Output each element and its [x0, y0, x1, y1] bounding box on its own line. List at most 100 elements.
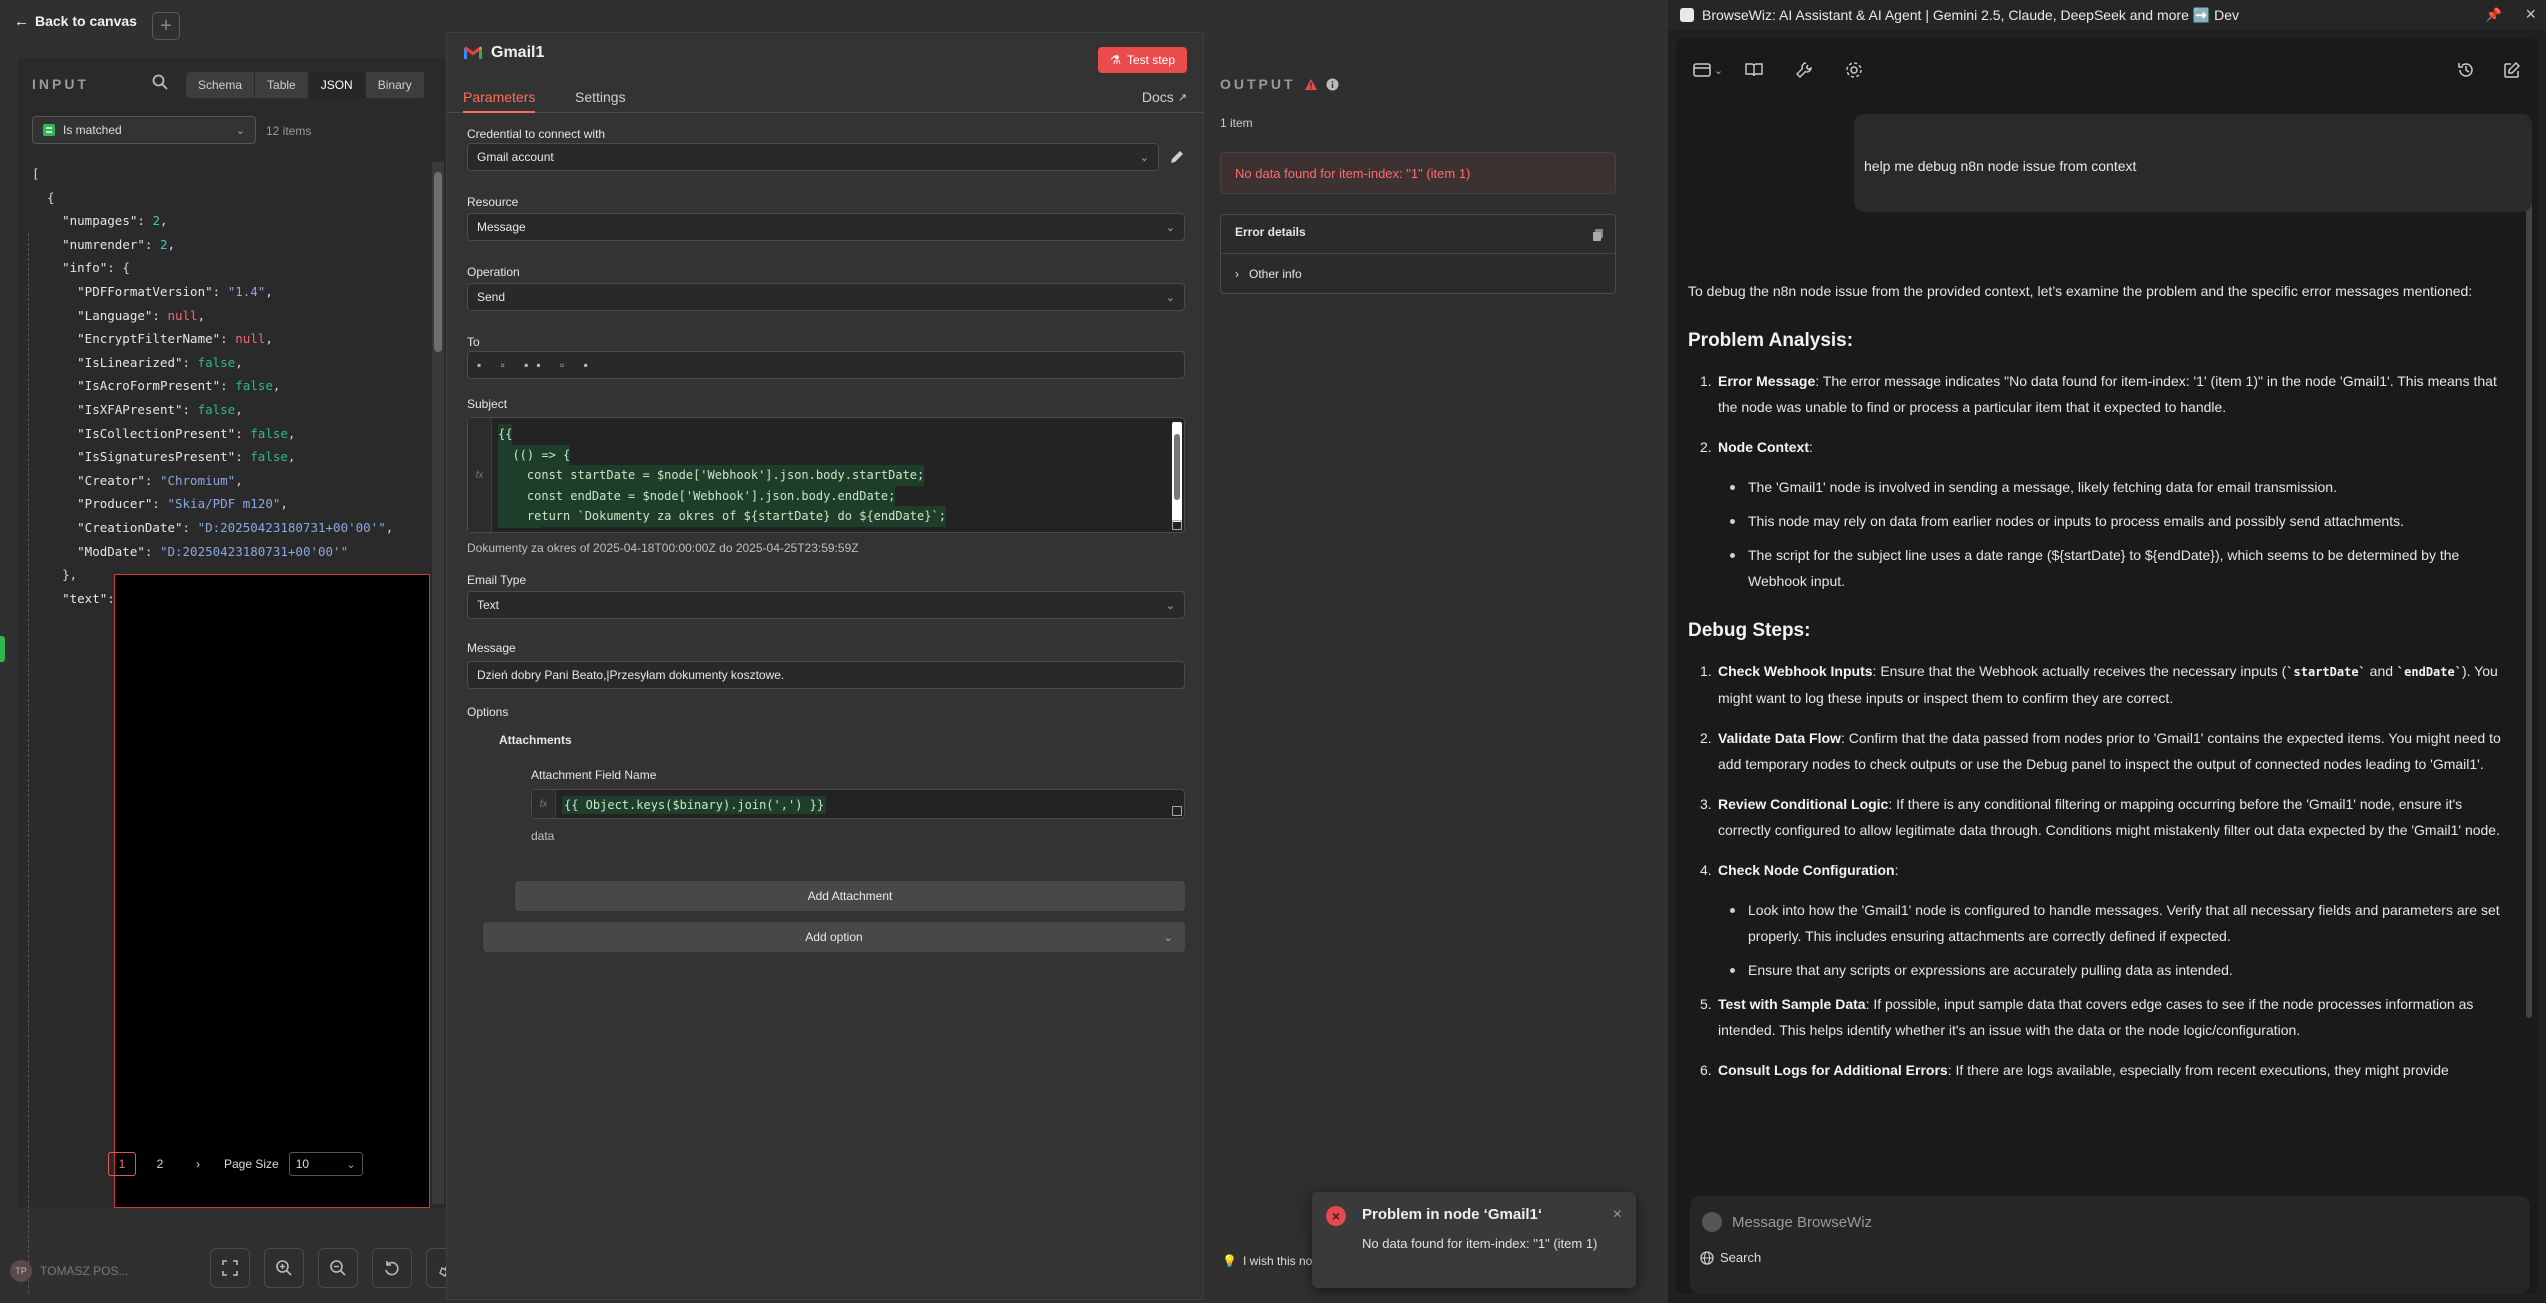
add-node-button[interactable]: +: [152, 12, 180, 40]
to-email-field[interactable]: ▪ ▫ ▪▪ ▫ ▪: [467, 351, 1185, 379]
attachment-preview: data: [531, 829, 555, 843]
json-token: "IsLinearized": [77, 354, 183, 370]
json-token: "numrender": [62, 236, 145, 252]
branch-filter-select[interactable]: Is matched ⌄: [32, 116, 256, 144]
close-icon[interactable]: ×: [2525, 4, 2536, 25]
credential-select[interactable]: Gmail account ⌄: [467, 143, 1159, 171]
resource-value: Message: [477, 220, 526, 234]
json-token: :: [152, 496, 168, 512]
credential-label: Credential to connect with: [467, 127, 606, 141]
reset-zoom-button[interactable]: [372, 1248, 412, 1288]
node-title[interactable]: Gmail1: [491, 44, 544, 62]
input-scrollbar[interactable]: [432, 162, 444, 1204]
json-token: ,: [235, 472, 243, 488]
json-token: false: [197, 401, 236, 417]
error-toast: × Problem in node ‘Gmail1‘ × No data fou…: [1312, 1192, 1636, 1288]
list-item: 4. Check Node Configuration:: [1700, 862, 1899, 878]
view-binary-button[interactable]: Binary: [366, 72, 425, 98]
zoom-out-button[interactable]: [318, 1248, 358, 1288]
item-title: Check Webhook Inputs: [1718, 663, 1873, 679]
json-token: :: [182, 519, 198, 535]
new-chat-button[interactable]: [2496, 54, 2528, 86]
operation-select[interactable]: Send ⌄: [467, 283, 1185, 311]
back-to-canvas-button[interactable]: ← Back to canvas: [14, 10, 137, 32]
wrench-icon: [1796, 62, 1812, 78]
panel-drag-handle[interactable]: [0, 636, 5, 662]
output-title-label: OUTPUT: [1220, 76, 1296, 92]
chat-message-input[interactable]: [1732, 1210, 2512, 1234]
copy-icon[interactable]: [1593, 229, 1603, 241]
email-type-select[interactable]: Text ⌄: [467, 591, 1185, 619]
chevron-right-icon[interactable]: ›: [184, 1152, 212, 1176]
zoom-in-button[interactable]: [264, 1248, 304, 1288]
view-json-button[interactable]: JSON: [308, 72, 366, 98]
history-button[interactable]: [2450, 54, 2482, 86]
expression-fx-icon: fx: [468, 418, 492, 532]
add-attachment-button[interactable]: Add Attachment: [515, 881, 1185, 911]
bullet-item: Look into how the 'Gmail1' node is confi…: [1688, 897, 2518, 949]
bullet-item: The 'Gmail1' node is involved in sending…: [1688, 474, 2518, 500]
library-button[interactable]: [1738, 54, 1770, 86]
json-line: "Creator": "Chromium",: [32, 469, 432, 493]
feedback-link[interactable]: 💡 I wish this no: [1222, 1254, 1312, 1268]
json-token: "IsCollectionPresent": [77, 425, 236, 441]
chat-scrollbar[interactable]: [2526, 138, 2532, 1018]
attachment-code[interactable]: {{ Object.keys($binary).join(',') }}: [562, 796, 827, 814]
item-title: Review Conditional Logic: [1718, 796, 1889, 812]
docs-link[interactable]: Docs ↗: [1142, 89, 1187, 105]
subject-expression-editor[interactable]: fx {{ (() => { const startDate = $node['…: [467, 417, 1185, 533]
bullet-item: The script for the subject line uses a d…: [1688, 542, 2518, 594]
scrollbar-thumb[interactable]: [434, 172, 442, 352]
bullet-text: This node may rely on data from earlier …: [1748, 513, 2404, 529]
test-step-label: Test step: [1126, 53, 1175, 67]
json-token: "D:20250423180731+00'00'": [197, 519, 386, 535]
other-info-toggle[interactable]: › Other info: [1235, 267, 1302, 281]
view-table-button[interactable]: Table: [255, 72, 309, 98]
json-token: :: [144, 543, 160, 559]
search-icon[interactable]: [152, 74, 168, 90]
page-size-select[interactable]: 10 ⌄: [288, 1152, 363, 1176]
tab-parameters[interactable]: Parameters: [463, 89, 536, 113]
json-line: "IsXFAPresent": false,: [32, 398, 432, 422]
tab-settings[interactable]: Settings: [575, 89, 626, 111]
item-text: :: [1894, 862, 1899, 878]
user-menu[interactable]: TP TOMASZ POS...: [10, 1260, 128, 1282]
message-field[interactable]: Dzień dobry Pani Beato,|Przesyłam dokume…: [467, 661, 1185, 689]
settings-button[interactable]: [1838, 54, 1870, 86]
user-message-text: help me debug n8n node issue from contex…: [1864, 158, 2137, 174]
add-option-button[interactable]: Add option ⌄: [483, 922, 1185, 952]
subject-scrollbar[interactable]: [1172, 422, 1182, 522]
pin-icon[interactable]: 📌: [2486, 7, 2502, 23]
resource-select[interactable]: Message ⌄: [467, 213, 1185, 241]
json-token: "IsAcroFormPresent": [77, 378, 221, 394]
close-icon[interactable]: ×: [1613, 1206, 1622, 1224]
resource-label: Resource: [467, 195, 519, 209]
expand-editor-icon[interactable]: [1172, 806, 1182, 816]
fit-view-button[interactable]: [210, 1248, 250, 1288]
expand-editor-icon[interactable]: [1172, 520, 1182, 530]
pencil-icon[interactable]: [1169, 149, 1185, 165]
attachment-field-name-editor[interactable]: fx {{ Object.keys($binary).join(',') }}: [531, 789, 1185, 819]
view-schema-button[interactable]: Schema: [186, 72, 256, 98]
json-token: false: [250, 425, 288, 441]
operation-value: Send: [477, 290, 506, 304]
page-2-button[interactable]: 2: [146, 1152, 174, 1176]
search-toggle-button[interactable]: Search: [1700, 1250, 1761, 1265]
info-icon[interactable]: [1326, 78, 1339, 91]
scrollbar-thumb[interactable]: [1174, 434, 1180, 500]
fit-view-icon: [222, 1260, 238, 1276]
lightbulb-icon: 💡: [1222, 1254, 1237, 1268]
layout-select-button[interactable]: ⌄: [1686, 54, 1730, 86]
view-mode-switch: Schema Table JSON Binary: [186, 72, 425, 98]
subject-code[interactable]: {{ (() => { const startDate = $node['Web…: [498, 424, 1168, 528]
test-step-button[interactable]: ⚗ Test step: [1098, 47, 1187, 73]
arrow-left-icon: ←: [14, 12, 29, 30]
json-token: "IsXFAPresent": [77, 401, 183, 417]
page-1-button[interactable]: 1: [108, 1152, 136, 1176]
tools-button[interactable]: [1788, 54, 1820, 86]
